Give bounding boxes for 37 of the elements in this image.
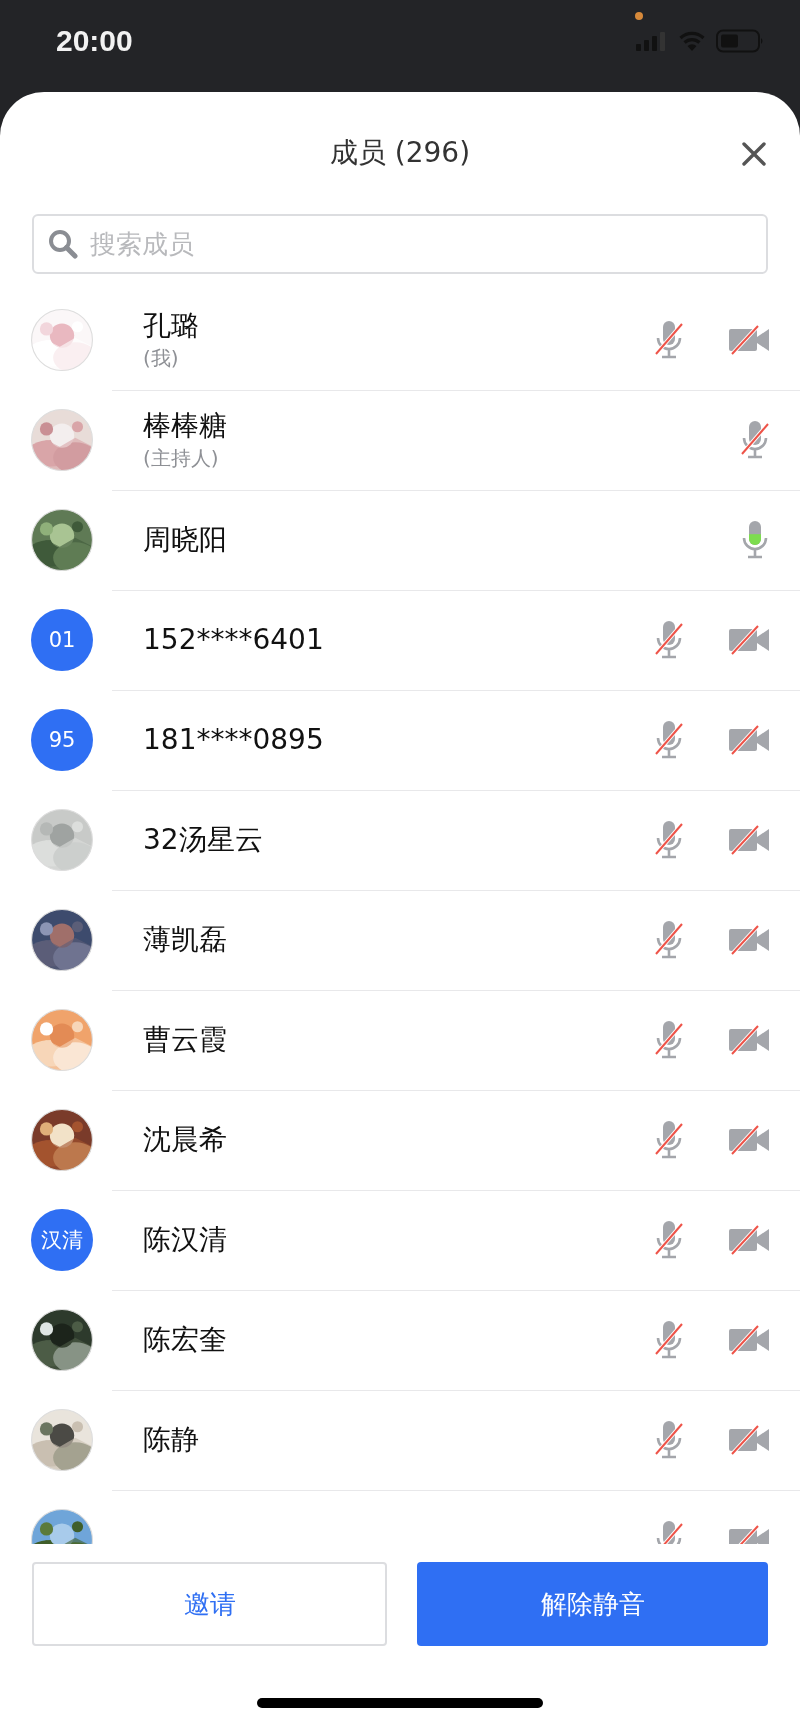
privacy-dot-icon	[635, 12, 643, 20]
member-name: 32汤星云	[143, 822, 264, 858]
member-name: 周晓阳	[143, 522, 228, 558]
member-row[interactable]: 薄凯磊	[0, 890, 800, 990]
unmute-button[interactable]: 解除静音	[417, 1562, 768, 1646]
member-name: 陈静	[143, 1422, 200, 1458]
member-name: 薄凯磊	[143, 922, 228, 958]
invite-button[interactable]: 邀请	[32, 1562, 387, 1646]
search-field[interactable]: 搜索成员	[32, 214, 768, 274]
status-time: 20:00	[56, 24, 133, 58]
member-row[interactable]: 沈晨希	[0, 1090, 800, 1190]
close-icon[interactable]	[740, 140, 768, 168]
avatar-initials: 01	[31, 609, 93, 671]
member-row[interactable]: 01 152****6401	[0, 590, 800, 690]
member-name: 曹云霞	[143, 1022, 228, 1058]
member-role: (主持人)	[143, 445, 220, 472]
member-name: 181****0895	[143, 722, 325, 758]
member-name: 棒棒糖	[143, 408, 228, 444]
member-row[interactable]: 周晓阳	[0, 490, 800, 590]
member-name: 陈汉清	[143, 1222, 228, 1258]
member-role: (我)	[143, 345, 180, 372]
member-name: 152****6401	[143, 622, 325, 658]
avatar-initials: 汉清	[31, 1209, 93, 1271]
member-row[interactable]: 汉清 陈汉清	[0, 1190, 800, 1290]
member-row[interactable]: 棒棒糖 (主持人)	[0, 390, 800, 490]
member-row[interactable]: 孔璐 (我)	[0, 290, 800, 390]
member-name: 沈晨希	[143, 1122, 228, 1158]
member-row[interactable]: 95 181****0895	[0, 690, 800, 790]
member-row[interactable]: 32汤星云	[0, 790, 800, 890]
member-name: 陈宏奎	[143, 1322, 228, 1358]
member-name: 孔璐	[143, 308, 200, 344]
signal-icon	[636, 31, 668, 51]
member-row[interactable]: 曹云霞	[0, 990, 800, 1090]
member-row[interactable]: 陈宏奎	[0, 1290, 800, 1390]
avatar-initials: 95	[31, 709, 93, 771]
member-row[interactable]: 陈静	[0, 1390, 800, 1490]
sheet-title: 成员 (296)	[329, 135, 471, 171]
